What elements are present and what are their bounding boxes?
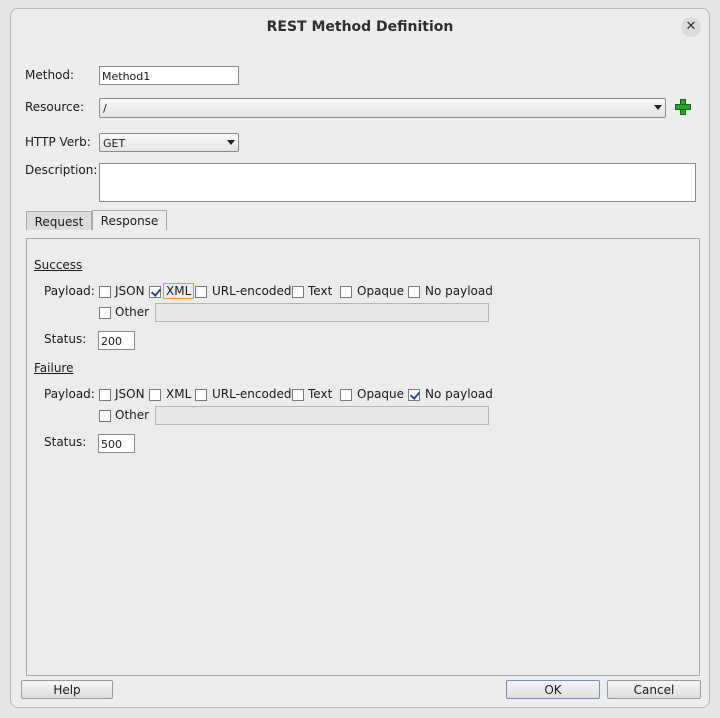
description-label: Description: (25, 163, 98, 177)
tab-response-label: Response (100, 214, 159, 228)
description-textarea[interactable] (99, 163, 696, 202)
failure-no-payload-label: No payload (425, 387, 493, 401)
failure-heading: Failure (34, 361, 74, 375)
ok-button[interactable]: OK (506, 680, 600, 699)
success-xml-label: XML (162, 283, 195, 299)
failure-opaque-label: Opaque (357, 387, 405, 401)
failure-other-label: Other (115, 408, 150, 422)
ok-button-label: OK (544, 683, 562, 697)
failure-status-input[interactable]: 500 (98, 434, 135, 453)
success-status-input[interactable]: 200 (98, 331, 135, 350)
method-label: Method: (25, 68, 75, 82)
success-url-encoded-label: URL-encoded (212, 284, 292, 298)
title-bar[interactable]: REST Method Definition ✕ (11, 9, 709, 47)
close-icon: ✕ (685, 19, 697, 34)
failure-json-checkbox[interactable] (99, 389, 111, 401)
success-text-checkbox[interactable] (292, 286, 304, 298)
failure-text-label: Text (308, 387, 333, 401)
help-button-label: Help (53, 683, 81, 697)
failure-other-checkbox[interactable] (99, 410, 111, 422)
failure-status-label: Status: (44, 435, 87, 449)
response-panel: Success Payload: JSON XML URL-encoded Te… (26, 238, 700, 676)
close-button[interactable]: ✕ (681, 17, 701, 37)
http-verb-value: GET (103, 137, 126, 150)
http-verb-label: HTTP Verb: (25, 135, 91, 149)
cancel-button-label: Cancel (633, 683, 675, 697)
failure-json-label: JSON (115, 387, 145, 401)
success-text-label: Text (308, 284, 333, 298)
success-other-label: Other (115, 305, 150, 319)
success-json-label: JSON (115, 284, 145, 298)
failure-xml-checkbox[interactable] (149, 389, 161, 401)
help-button[interactable]: Help (21, 680, 113, 699)
tab-response[interactable]: Response (92, 210, 167, 230)
success-opaque-label: Opaque (357, 284, 405, 298)
failure-other-input[interactable] (155, 406, 489, 425)
chevron-down-icon[interactable] (227, 140, 235, 145)
success-xml-checkbox[interactable] (149, 286, 161, 298)
chevron-down-icon[interactable] (654, 105, 662, 110)
success-opaque-checkbox[interactable] (340, 286, 352, 298)
success-url-encoded-checkbox[interactable] (195, 286, 207, 298)
failure-text-checkbox[interactable] (292, 389, 304, 401)
success-status-label: Status: (44, 332, 87, 346)
resource-combobox[interactable]: / (99, 98, 666, 118)
success-payload-label: Payload: (44, 284, 95, 298)
failure-opaque-checkbox[interactable] (340, 389, 352, 401)
success-heading: Success (34, 258, 83, 272)
failure-no-payload-checkbox[interactable] (408, 389, 420, 401)
failure-payload-label: Payload: (44, 387, 95, 401)
resource-value: / (103, 102, 107, 115)
success-other-checkbox[interactable] (99, 307, 111, 319)
dialog-title: REST Method Definition (266, 19, 454, 35)
method-input[interactable]: Method1 (99, 66, 239, 85)
success-json-checkbox[interactable] (99, 286, 111, 298)
resource-label: Resource: (25, 100, 85, 114)
tab-request-label: Request (34, 215, 84, 229)
failure-url-encoded-checkbox[interactable] (195, 389, 207, 401)
failure-url-encoded-label: URL-encoded (212, 387, 292, 401)
success-other-input[interactable] (155, 303, 489, 322)
tab-request[interactable]: Request (26, 211, 92, 230)
success-no-payload-checkbox[interactable] (408, 286, 420, 298)
cancel-button[interactable]: Cancel (607, 680, 701, 699)
dialog-window: REST Method Definition ✕ Method: Method1… (10, 8, 710, 708)
failure-xml-label: XML (166, 387, 192, 401)
success-no-payload-label: No payload (425, 284, 493, 298)
add-resource-icon[interactable] (675, 99, 691, 115)
http-verb-select[interactable]: GET (99, 133, 239, 152)
